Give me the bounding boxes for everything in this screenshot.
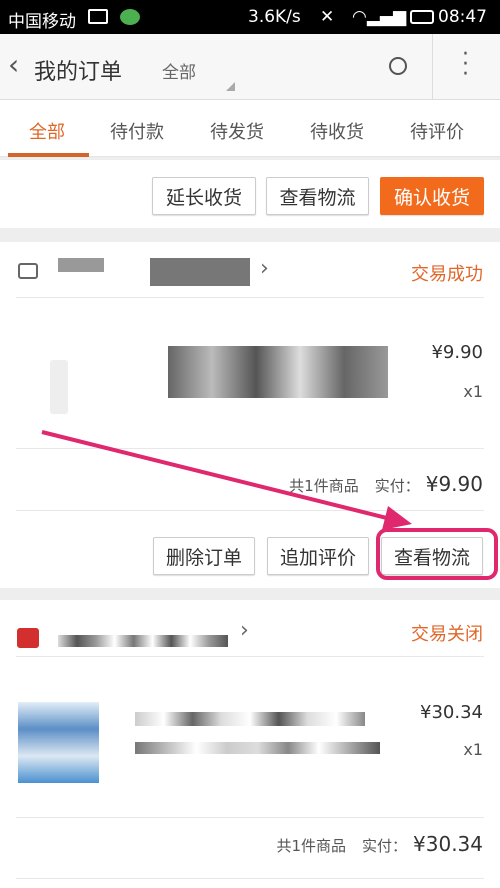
annotation-arrowhead [382,506,412,530]
annotation-overlay [41,430,498,580]
annotation-highlight-box [376,528,498,580]
annotation-arrow [41,430,396,522]
